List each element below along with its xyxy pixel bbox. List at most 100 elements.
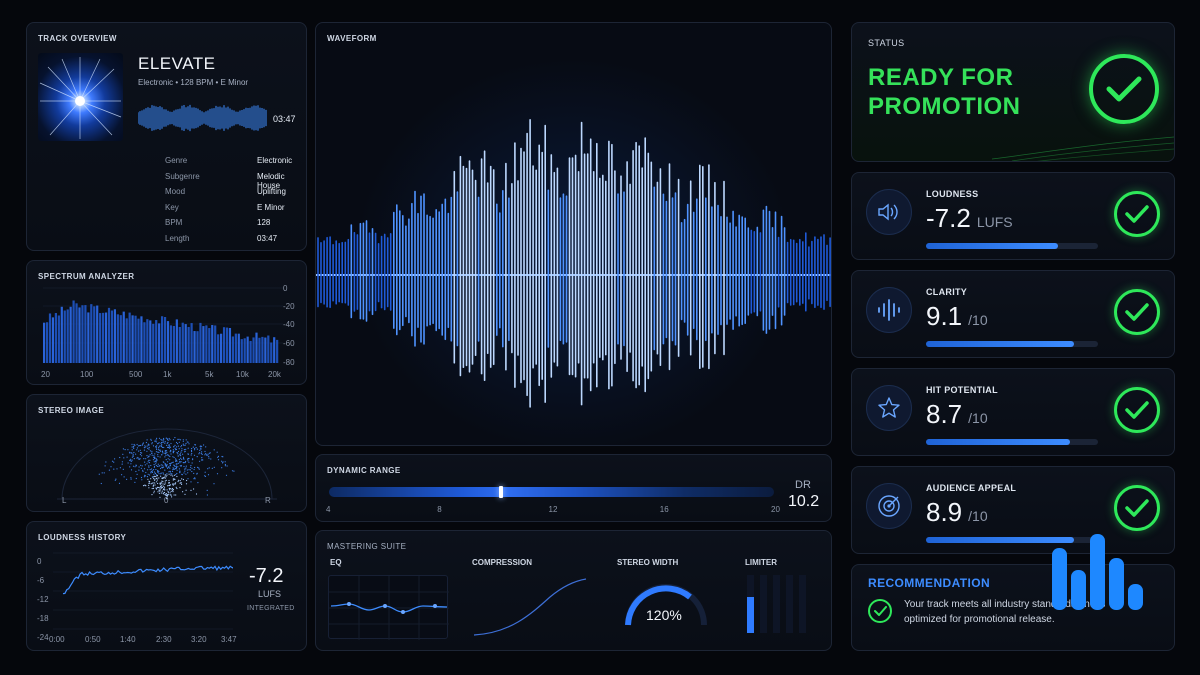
compression-module[interactable]	[470, 575, 590, 639]
spectrum-y-tick: -60	[283, 339, 295, 348]
stereo-right-label: R	[265, 496, 271, 505]
check-icon	[1114, 191, 1160, 237]
metric-progress-fill	[926, 341, 1074, 347]
stereo-width-module[interactable]: 120%	[618, 575, 714, 647]
main-waveform[interactable]	[316, 45, 831, 445]
loudness-history-chart[interactable]	[53, 550, 233, 632]
bars-logo-icon	[1050, 532, 1150, 614]
status-title: STATUS	[868, 38, 905, 48]
spectrum-x-tick: 20k	[268, 370, 281, 379]
recommendation-title: RECOMMENDATION	[868, 576, 991, 590]
metric-unit: /10	[968, 312, 988, 328]
eq-curve	[329, 576, 449, 640]
stereo-width-label: STEREO WIDTH	[617, 558, 679, 567]
metric-progress-fill	[926, 439, 1071, 445]
spectrum-x-tick: 1k	[163, 370, 172, 379]
metric-card-hit-potential[interactable]: HIT POTENTIAL 8.7/10	[851, 368, 1175, 456]
detail-key: Mood	[165, 187, 186, 196]
compression-label: COMPRESSION	[472, 558, 533, 567]
loudness-y-tick: -18	[37, 614, 49, 623]
metric-label: HIT POTENTIAL	[926, 385, 998, 395]
status-check-icon	[1089, 54, 1159, 124]
stereo-scope[interactable]	[37, 411, 297, 501]
stereo-left-label: L	[62, 496, 67, 505]
detail-value: 03:47	[257, 233, 278, 243]
loudness-history-panel: LOUDNESS HISTORY -7.2 LUFS INTEGRATED 0 -…	[26, 521, 307, 651]
metric-number: -7.2	[926, 203, 971, 233]
mini-waveform[interactable]	[138, 101, 268, 135]
track-subtitle: Electronic • 128 BPM • E Minor	[138, 78, 249, 87]
compression-curve	[473, 578, 587, 636]
loudness-y-tick: -12	[37, 595, 49, 604]
spectrum-y-tick: -80	[283, 358, 295, 367]
spectrum-y-tick: 0	[283, 284, 288, 293]
spectrum-x-tick: 100	[80, 370, 94, 379]
spectrum-y-tick: -40	[283, 320, 295, 329]
loudness-y-tick: 0	[37, 557, 42, 566]
dynamic-range-panel: DYNAMIC RANGE DR 10.2 4 8 12 16 20	[315, 454, 832, 522]
speaker-icon	[866, 189, 912, 235]
loudness-y-tick: -6	[37, 576, 45, 585]
dynamic-range-tick: 4	[326, 505, 331, 514]
limiter-module[interactable]	[744, 575, 814, 637]
metric-card-clarity[interactable]: CLARITY 9.1/10	[851, 270, 1175, 358]
spectrum-x-tick: 5k	[205, 370, 214, 379]
star-icon	[866, 385, 912, 431]
dynamic-range-title: DYNAMIC RANGE	[327, 466, 401, 475]
metric-label: AUDIENCE APPEAL	[926, 483, 1017, 493]
metric-value: 8.7/10	[926, 399, 988, 430]
limiter-label: LIMITER	[745, 558, 777, 567]
dynamic-range-label: DR	[795, 479, 811, 491]
metric-progress-fill	[926, 243, 1059, 249]
metric-value: 9.1/10	[926, 301, 988, 332]
integrated-loudness-caption: INTEGRATED	[247, 605, 295, 612]
dynamic-range-tick: 12	[548, 505, 558, 514]
metric-unit: /10	[968, 410, 988, 426]
spectrum-y-tick: -20	[283, 302, 295, 311]
integrated-loudness-unit: LUFS	[258, 589, 282, 599]
dynamic-range-tick: 16	[659, 505, 669, 514]
loudness-x-tick: 0:50	[85, 635, 101, 644]
status-glow-lines	[991, 136, 1174, 161]
stereo-center-label: 0	[164, 496, 169, 505]
integrated-loudness-value: -7.2	[249, 565, 284, 587]
metric-progress-bar	[926, 243, 1098, 249]
dynamic-range-track[interactable]	[329, 486, 774, 498]
dynamic-range-value: 10.2	[788, 493, 820, 510]
track-overview-panel: TRACK OVERVIEW ELEVATE Electronic • 128 …	[26, 22, 307, 251]
metric-label: CLARITY	[926, 287, 968, 297]
check-icon	[1114, 387, 1160, 433]
detail-key: Length	[165, 233, 190, 243]
check-icon	[1114, 485, 1160, 531]
detail-value: 128	[257, 218, 271, 227]
spectrum-chart[interactable]	[43, 283, 283, 363]
spectrum-x-tick: 20	[41, 370, 50, 379]
detail-value: Electronic	[257, 156, 293, 165]
stereo-image-panel: STEREO IMAGE L 0 R	[26, 394, 307, 512]
loudness-x-tick: 3:20	[191, 635, 207, 644]
metric-progress-bar	[926, 341, 1098, 347]
album-art[interactable]	[38, 53, 123, 141]
metric-card-loudness[interactable]: LOUDNESS -7.2 LUFS	[851, 172, 1175, 260]
check-icon	[1114, 289, 1160, 335]
track-title: ELEVATE	[138, 54, 216, 73]
loudness-y-tick: -24	[37, 633, 49, 642]
eq-label: EQ	[330, 558, 342, 567]
recommendation-text-2: optimized for promotional release.	[904, 614, 1055, 625]
target-icon	[866, 483, 912, 529]
status-line-2: PROMOTION	[868, 93, 1021, 120]
stereo-width-value: 120%	[646, 607, 682, 623]
metric-value: 8.9/10	[926, 497, 988, 528]
eq-module[interactable]	[328, 575, 449, 640]
spectrum-x-tick: 10k	[236, 370, 249, 379]
starburst-icon	[39, 57, 122, 139]
metric-label: LOUDNESS	[926, 189, 979, 199]
metric-progress-bar	[926, 439, 1098, 445]
dynamic-range-marker[interactable]	[499, 486, 504, 498]
soundwave-icon	[866, 287, 912, 333]
spectrum-analyzer-title: SPECTRUM ANALYZER	[38, 272, 135, 281]
mastering-suite-title: MASTERING SUITE	[327, 542, 407, 551]
detail-key: Genre	[165, 156, 188, 165]
detail-key: Key	[165, 202, 179, 212]
limiter-meters	[747, 575, 806, 633]
